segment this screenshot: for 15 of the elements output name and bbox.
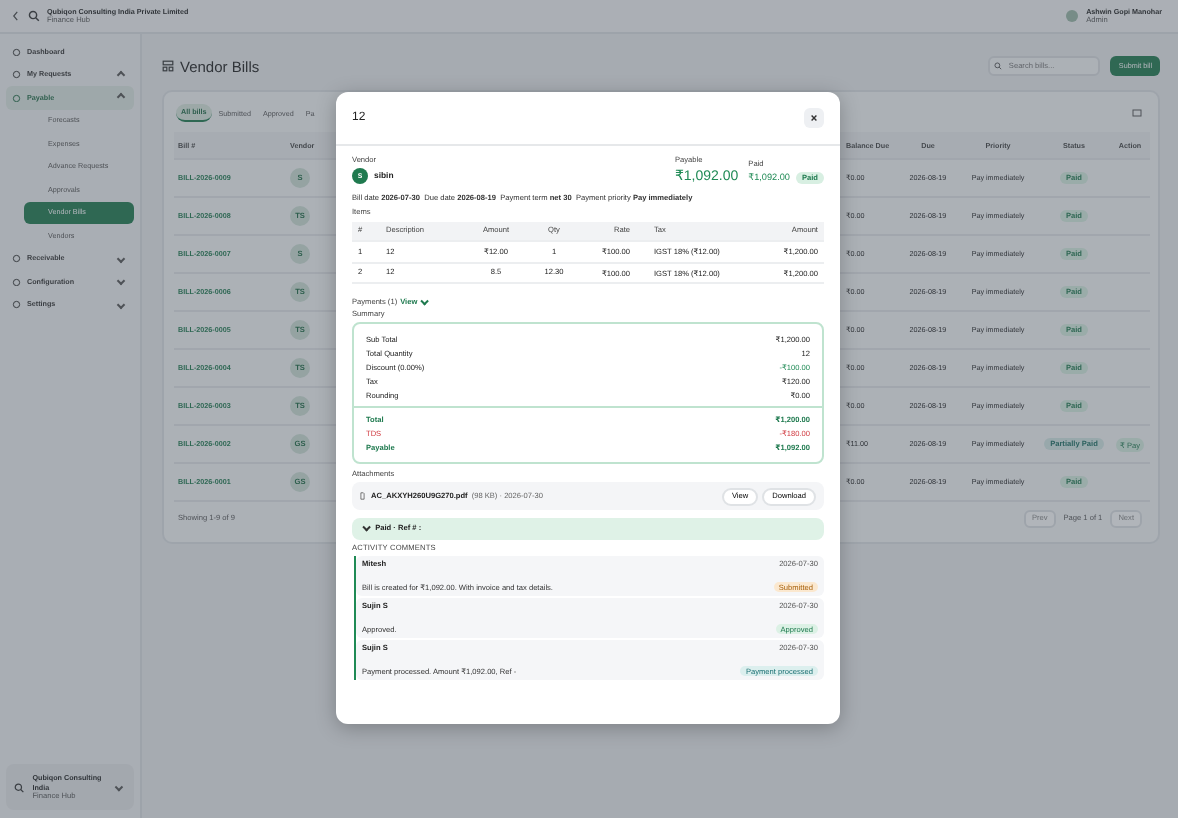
circle-icon — [12, 47, 21, 56]
close-icon — [808, 112, 820, 124]
grid-icon — [162, 60, 174, 72]
chevron-icon — [115, 783, 124, 792]
circle-icon — [12, 254, 21, 263]
close-button[interactable] — [804, 108, 824, 128]
circle-icon — [12, 70, 21, 79]
expand-icon[interactable] — [1132, 108, 1142, 118]
search-icon — [27, 10, 39, 22]
search-icon — [14, 781, 25, 794]
circle-icon — [12, 93, 21, 102]
circle-icon — [12, 300, 21, 309]
search-icon — [994, 62, 1003, 70]
back-icon[interactable] — [12, 10, 19, 22]
circle-icon — [12, 277, 21, 286]
